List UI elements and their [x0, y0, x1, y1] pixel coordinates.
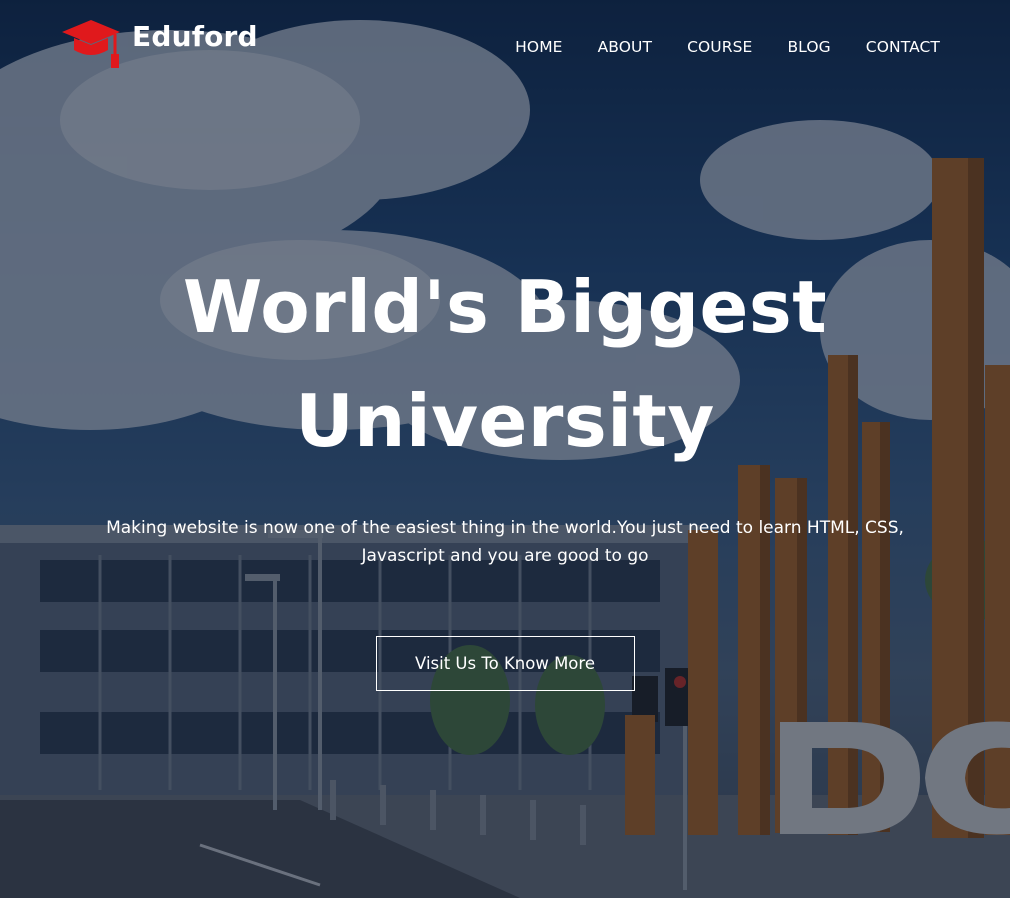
- nav-link-blog[interactable]: BLOG: [787, 38, 830, 56]
- nav-item-course: COURSE: [687, 37, 752, 56]
- nav-item-blog: BLOG: [787, 37, 830, 56]
- nav-menu: HOME ABOUT COURSE BLOG CONTACT: [515, 37, 940, 56]
- nav-link-about[interactable]: ABOUT: [598, 38, 652, 56]
- brand-name: Eduford: [132, 19, 258, 53]
- nav-link-course[interactable]: COURSE: [687, 38, 752, 56]
- nav-item-contact: CONTACT: [866, 37, 940, 56]
- visit-us-button[interactable]: Visit Us To Know More: [375, 636, 635, 691]
- nav-item-about: ABOUT: [598, 37, 652, 56]
- top-navbar: Eduford HOME ABOUT COURSE BLOG CONTACT: [0, 0, 1010, 95]
- nav-link-contact[interactable]: CONTACT: [866, 38, 940, 56]
- hero-title-line-2: University: [295, 379, 715, 463]
- nav-item-home: HOME: [515, 37, 562, 56]
- hero-title-line-1: World's Biggest: [182, 265, 828, 349]
- nav-link-home[interactable]: HOME: [515, 38, 562, 56]
- hero-title: World's Biggest University: [145, 250, 865, 478]
- graduation-cap-icon: [62, 20, 120, 68]
- brand-logo-link[interactable]: Eduford: [60, 14, 258, 70]
- hero-subtitle: Making website is now one of the easiest…: [106, 518, 904, 566]
- hero-content: World's Biggest University Making websit…: [0, 250, 1010, 691]
